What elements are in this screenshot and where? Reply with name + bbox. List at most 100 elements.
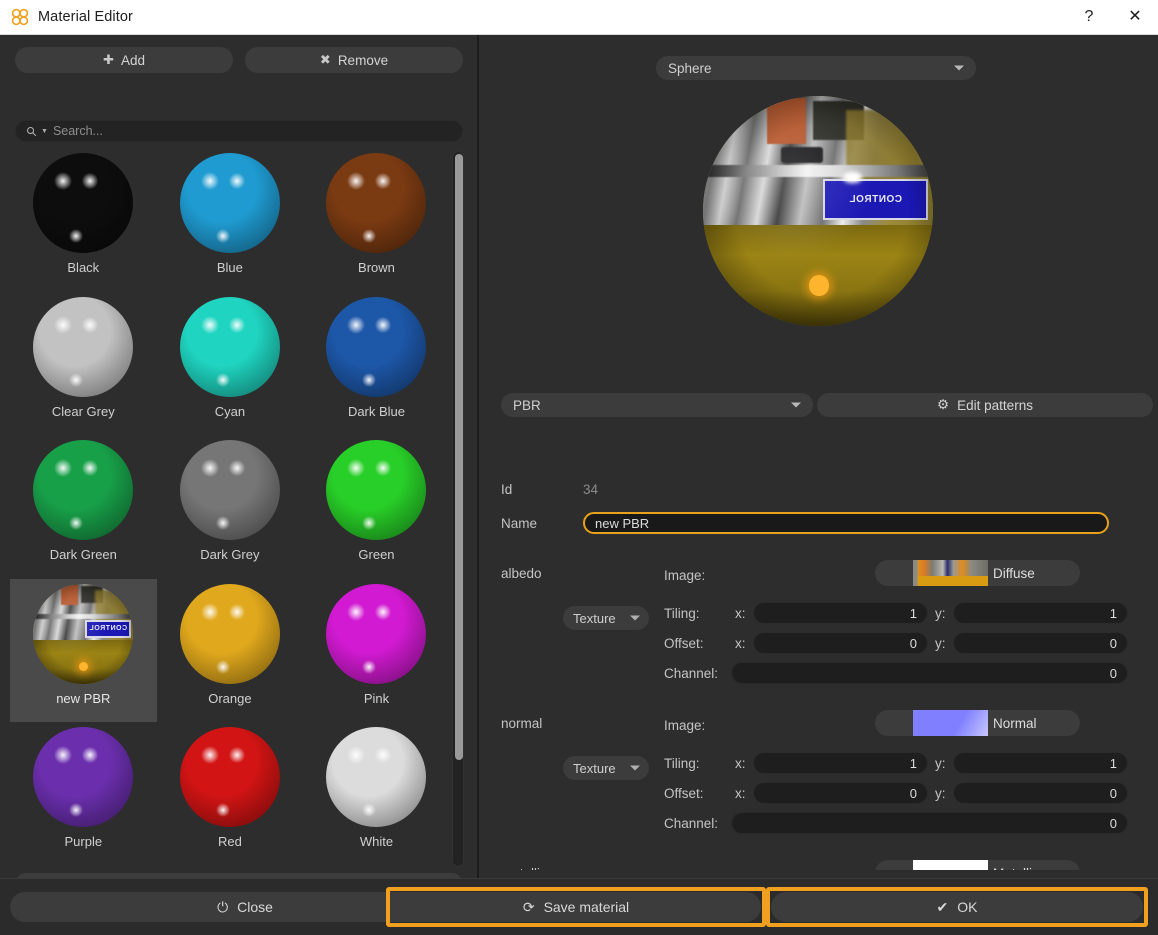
tiling-y-field[interactable]: 1 — [953, 752, 1128, 774]
material-item[interactable]: Red — [157, 722, 304, 866]
preview-shape-value: Sphere — [668, 60, 712, 76]
material-thumbnail-sphere — [33, 440, 134, 540]
material-item[interactable]: Pink — [303, 579, 450, 723]
material-editor-logo-icon — [11, 8, 29, 26]
power-icon: ⏻ — [217, 898, 229, 915]
material-thumbnail-sphere — [179, 727, 280, 827]
image-picker-button[interactable]: Diffuse — [875, 560, 1080, 586]
material-thumbnail-sphere — [326, 296, 427, 397]
material-item[interactable]: Black — [10, 148, 157, 292]
material-preview-sphere[interactable]: CONTROL — [703, 96, 933, 326]
add-material-button[interactable]: ✚ Add — [15, 47, 233, 73]
image-picker-button[interactable]: Normal — [875, 710, 1080, 736]
image-picker-button[interactable]: Metallic — [875, 860, 1080, 870]
id-value: 34 — [583, 482, 599, 497]
material-type-combo[interactable]: PBR — [501, 393, 813, 417]
chevron-down-icon — [630, 615, 640, 621]
material-thumbnail-sphere — [179, 296, 280, 397]
offset-y-field[interactable]: 0 — [953, 632, 1128, 654]
offset-x-field[interactable]: 0 — [753, 782, 928, 804]
offset-label: Offset: — [664, 636, 704, 651]
material-item-label: Purple — [64, 834, 103, 849]
material-item-label: Orange — [208, 690, 252, 706]
image-label: Image: — [664, 568, 706, 583]
material-item-label: Clear Grey — [51, 403, 115, 419]
help-button[interactable]: ? — [1066, 0, 1112, 35]
tiling-y-label: y: — [935, 756, 946, 771]
remove-material-button[interactable]: ✖ Remove — [245, 47, 463, 73]
chevron-down-icon — [954, 65, 964, 71]
save-material-button[interactable]: ⟳ Save material — [391, 892, 761, 922]
material-list-scrollbar-thumb[interactable] — [455, 154, 463, 760]
image-label: Image: — [664, 868, 705, 870]
close-window-button[interactable]: ✕ — [1112, 0, 1158, 35]
list-toolbar: ✚ Add ✖ Remove — [15, 47, 463, 73]
preview-shading-overlay — [703, 96, 933, 326]
material-grid: Black Blue Brown Clear Grey Cyan Dark Blue Dar… — [10, 148, 450, 866]
material-item[interactable]: Cyan — [157, 292, 304, 436]
tiling-x-label: x: — [735, 756, 746, 771]
texture-thumbnail — [913, 860, 988, 870]
preview-shape-combo[interactable]: Sphere — [656, 56, 976, 80]
material-item-label: Dark Green — [49, 547, 117, 562]
channel-label: Channel: — [664, 666, 719, 681]
name-field[interactable]: new PBR — [583, 512, 1109, 534]
material-item[interactable]: CONTROL new PBR — [10, 578, 157, 722]
material-item[interactable]: Green — [303, 435, 450, 579]
offset-y-field[interactable]: 0 — [953, 782, 1128, 804]
material-item[interactable]: Dark Blue — [303, 292, 450, 436]
channel-field[interactable]: 0 — [731, 662, 1128, 684]
material-thumbnail-sphere — [326, 153, 427, 253]
ok-button[interactable]: ✔ OK — [771, 892, 1143, 922]
material-item[interactable]: Dark Green — [10, 435, 157, 579]
material-item[interactable]: Purple — [10, 722, 157, 866]
image-caption: Normal — [993, 715, 1037, 731]
material-item[interactable]: Dark Grey — [157, 435, 304, 579]
material-item-label: Dark Blue — [347, 403, 406, 419]
cross-icon: ✖ — [319, 52, 331, 67]
ok-button-label: OK — [957, 899, 978, 915]
tiling-x-label: x: — [735, 606, 746, 621]
search-placeholder: Search... — [52, 124, 103, 138]
material-list-scrollbar[interactable] — [452, 151, 464, 867]
edit-patterns-button[interactable]: ⚙ Edit patterns — [817, 393, 1153, 417]
channel-field[interactable]: 0 — [731, 812, 1128, 834]
offset-y-label: y: — [935, 636, 946, 651]
close-button-label: Close — [237, 899, 273, 915]
texture-source-combo[interactable]: Texture — [563, 606, 649, 630]
section-title: albedo — [501, 566, 542, 581]
tiling-x-field[interactable]: 1 — [753, 602, 928, 624]
check-icon: ✔ — [936, 898, 949, 915]
search-icon — [26, 126, 37, 136]
material-editor-window: Material Editor ? ✕ ✚ Add ✖ Remove ▼ Sea… — [0, 0, 1158, 935]
tiling-x-field[interactable]: 1 — [753, 752, 928, 774]
body-area: ✚ Add ✖ Remove ▼ Search... Black Blue Brow… — [0, 35, 1158, 895]
material-type-value: PBR — [513, 397, 541, 413]
material-item[interactable]: Brown — [303, 148, 450, 292]
material-item-label: Brown — [358, 260, 395, 275]
window-title: Material Editor — [38, 9, 133, 25]
edit-patterns-label: Edit patterns — [957, 397, 1033, 413]
texture-thumbnail — [913, 710, 988, 736]
search-filter-chevron-down-icon[interactable]: ▼ — [41, 128, 48, 135]
properties-scroll-viewport: Id 34 Name new PBR albedo Image: Diffuse Te… — [501, 430, 1158, 870]
chevron-down-icon — [791, 402, 801, 408]
tiling-y-field[interactable]: 1 — [953, 602, 1128, 624]
material-grid-viewport: Black Blue Brown Clear Grey Cyan Dark Blue Dar… — [10, 148, 463, 870]
search-input[interactable]: ▼ Search... — [15, 120, 463, 142]
material-item[interactable]: Blue — [157, 148, 304, 292]
material-type-row: PBR ⚙ Edit patterns — [501, 393, 1153, 417]
material-item[interactable]: White — [303, 722, 450, 866]
offset-x-field[interactable]: 0 — [753, 632, 928, 654]
gear-icon: ⚙ — [937, 397, 950, 412]
image-label: Image: — [664, 718, 706, 733]
material-thumbnail-sphere — [179, 583, 280, 684]
material-properties-panel: Sphere CONTROL PBR — [479, 35, 1158, 878]
texture-thumbnail — [913, 560, 988, 586]
save-button-label: Save material — [543, 899, 630, 915]
tiling-label: Tiling: — [664, 606, 700, 621]
texture-source-combo[interactable]: Texture — [563, 756, 649, 780]
material-item[interactable]: Orange — [157, 579, 304, 723]
material-item[interactable]: Clear Grey — [10, 292, 157, 436]
tiling-y-label: y: — [935, 606, 946, 621]
